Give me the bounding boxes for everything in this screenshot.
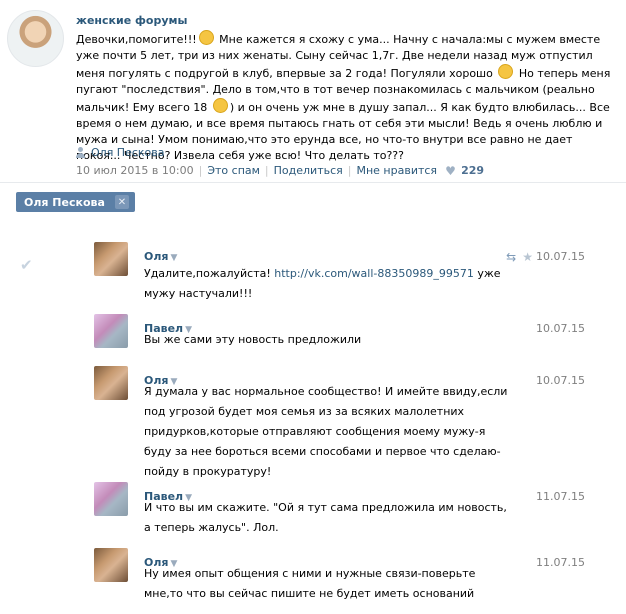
avatar[interactable] xyxy=(94,314,128,348)
like-count: 229 xyxy=(461,164,485,177)
message-row[interactable]: Оля ▼ 10.07.15 Я думала у вас нормальное … xyxy=(18,352,608,482)
avatar[interactable] xyxy=(94,242,128,276)
post-meta: 10 июл 2015 в 10:00 | Это спам | Поделит… xyxy=(76,164,484,177)
post-author-link[interactable]: женские форумы xyxy=(76,14,187,27)
separator: | xyxy=(198,164,203,177)
message-text: Ну имея опыт общения с ними и нужные свя… xyxy=(144,567,476,600)
message-text-part: Удалите,пожалуйста! xyxy=(144,267,275,280)
message-date: 11.07.15 xyxy=(536,490,585,503)
message-date: 10.07.15 xyxy=(536,374,585,387)
post-signer[interactable]: Оля Пескова xyxy=(76,146,165,159)
smile-emoji-icon xyxy=(498,64,514,79)
message-date: 10.07.15 xyxy=(536,250,585,263)
message-date: 11.07.15 xyxy=(536,556,585,569)
like-link[interactable]: Мне нравится xyxy=(356,164,437,177)
post-text: Девочки,помогите!!! Мне кажется я схожу … xyxy=(76,30,616,164)
post-date[interactable]: 10 июл 2015 в 10:00 xyxy=(76,164,194,177)
message-row[interactable]: Оля ▼ 11.07.15 Ну имея опыт общения с ним… xyxy=(18,534,608,608)
signer-name[interactable]: Оля Пескова xyxy=(91,146,165,159)
message-text: Я думала у вас нормальное сообщество! И … xyxy=(144,385,508,478)
message-row[interactable]: Павел ▼ 11.07.15 И что вы им скажите. "Ой… xyxy=(18,468,608,542)
spam-link[interactable]: Это спам xyxy=(207,164,260,177)
message-text: И что вы им скажите. "Ой я тут сама пред… xyxy=(144,501,507,534)
message-author[interactable]: Оля ▼ xyxy=(144,250,177,263)
message-row[interactable]: ✔ Оля ▼ ⇆ ★ 10.07.15 Удалите,пожалуйста! … xyxy=(18,228,608,300)
post-text-part: Девочки,помогите!!! xyxy=(76,33,197,46)
group-avatar[interactable] xyxy=(7,10,64,67)
message-text: Удалите,пожалуйста! http://vk.com/wall-8… xyxy=(144,264,514,304)
message-text: Вы же сами эту новость предложили xyxy=(144,333,362,346)
heart-icon[interactable]: ♥ xyxy=(445,165,457,177)
forward-icon[interactable]: ⇆ xyxy=(506,250,516,264)
message-author-name[interactable]: Оля xyxy=(144,250,168,263)
message-row[interactable]: Павел ▼ 10.07.15 Вы же сами эту новость п… xyxy=(18,300,608,360)
scared-emoji-icon xyxy=(212,98,228,113)
divider xyxy=(0,182,626,183)
person-icon xyxy=(76,147,85,158)
close-icon[interactable]: ✕ xyxy=(114,195,129,209)
avatar[interactable] xyxy=(94,482,128,516)
avatar[interactable] xyxy=(94,548,128,582)
separator: | xyxy=(347,164,352,177)
wall-post: женские форумы Девочки,помогите!!! Мне к… xyxy=(0,0,626,182)
check-icon[interactable]: ✔ xyxy=(20,256,33,274)
separator: | xyxy=(264,164,269,177)
filter-tag-label: Оля Пескова xyxy=(24,195,105,209)
avatar[interactable] xyxy=(94,366,128,400)
filter-tag[interactable]: Оля Пескова ✕ xyxy=(16,192,135,212)
message-actions: ⇆ ★ xyxy=(506,250,533,264)
share-link[interactable]: Поделиться xyxy=(274,164,343,177)
caret-down-icon: ▼ xyxy=(170,253,178,263)
star-icon[interactable]: ★ xyxy=(522,250,533,264)
sad-emoji-icon xyxy=(198,30,214,45)
message-link[interactable]: http://vk.com/wall-88350989_99571 xyxy=(274,267,474,280)
message-date: 10.07.15 xyxy=(536,322,585,335)
